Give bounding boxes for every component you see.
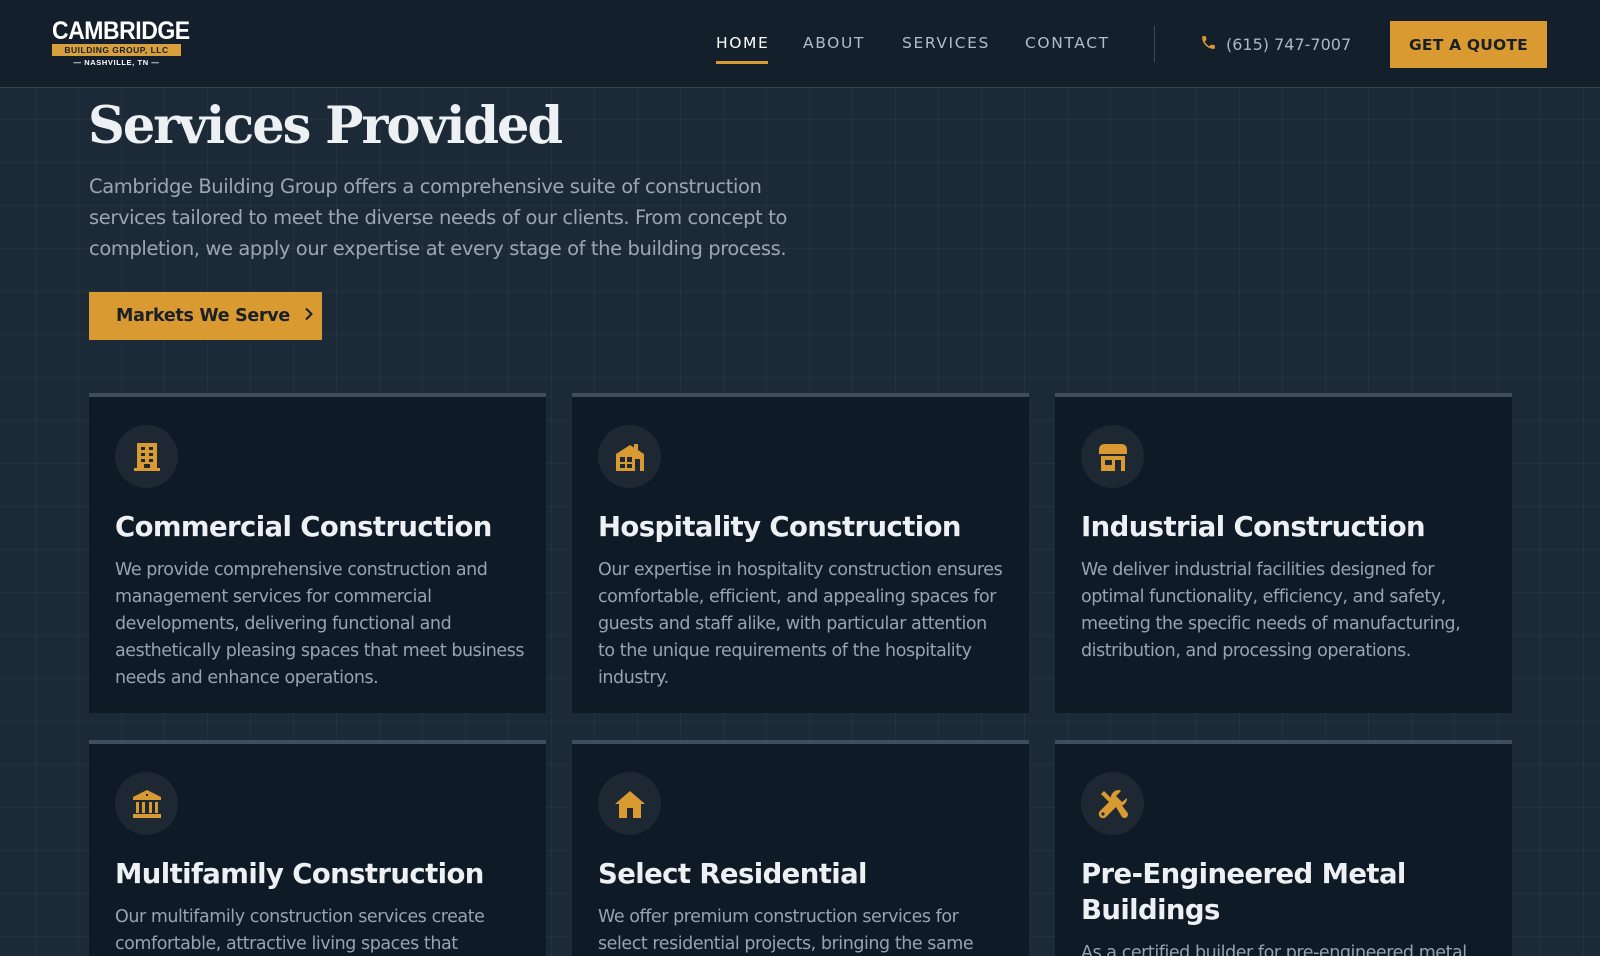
- service-description: We deliver industrial facilities designe…: [1081, 560, 1461, 661]
- service-card-hospitality[interactable]: Hospitality Construction Our expertise i…: [572, 393, 1029, 713]
- service-title: Industrial Construction: [1081, 511, 1426, 543]
- phone-icon: [1200, 34, 1217, 55]
- nav-about[interactable]: ABOUT: [803, 34, 865, 52]
- service-description: Our expertise in hospitality constructio…: [598, 560, 1003, 688]
- storefront-icon: [1081, 425, 1144, 488]
- nav-services[interactable]: SERVICES: [902, 34, 990, 52]
- logo[interactable]: CAMBRIDGE BUILDING GROUP, LLC — NASHVILL…: [52, 17, 190, 67]
- service-card-multifamily[interactable]: Multifamily Construction Our multifamily…: [89, 740, 546, 956]
- hotel-icon: [598, 425, 661, 488]
- get-a-quote-button[interactable]: GET A QUOTE: [1390, 21, 1547, 68]
- house-icon: [598, 772, 661, 835]
- phone-number: (615) 747-7007: [1226, 35, 1352, 54]
- service-card-residential[interactable]: Select Residential We offer premium cons…: [572, 740, 1029, 956]
- service-description: As a certified builder for pre-engineere…: [1081, 943, 1467, 956]
- markets-we-serve-button[interactable]: Markets We Serve: [89, 292, 322, 340]
- service-title: Commercial Construction: [115, 511, 492, 543]
- service-card-metal-buildings[interactable]: Pre-Engineered Metal Buildings As a cert…: [1055, 740, 1512, 956]
- logo-location: — NASHVILLE, TN —: [73, 58, 160, 67]
- tools-icon: [1081, 772, 1144, 835]
- nav-contact[interactable]: CONTACT: [1025, 34, 1110, 52]
- service-title: Pre-Engineered Metal Buildings: [1081, 858, 1406, 926]
- service-card-commercial[interactable]: Commercial Construction We provide compr…: [89, 393, 546, 713]
- service-card-industrial[interactable]: Industrial Construction We deliver indus…: [1055, 393, 1512, 713]
- service-title: Multifamily Construction: [115, 858, 484, 890]
- phone-link[interactable]: (615) 747-7007: [1200, 34, 1351, 55]
- nav-divider: [1154, 26, 1155, 62]
- service-title: Select Residential: [598, 858, 867, 890]
- service-description: We provide comprehensive construction an…: [115, 560, 525, 688]
- page-intro: Cambridge Building Group offers a compre…: [89, 175, 787, 260]
- service-title: Hospitality Construction: [598, 511, 961, 543]
- chevron-right-icon: [304, 306, 314, 326]
- office-building-icon: [115, 425, 178, 488]
- nav-home[interactable]: HOME: [716, 34, 769, 52]
- service-description: Our multifamily construction services cr…: [115, 907, 485, 954]
- service-description: We offer premium construction services f…: [598, 907, 974, 954]
- markets-button-label: Markets We Serve: [116, 306, 290, 326]
- page-title: Services Provided: [88, 96, 563, 156]
- columned-building-icon: [115, 772, 178, 835]
- site-header: CAMBRIDGE BUILDING GROUP, LLC — NASHVILL…: [0, 0, 1600, 88]
- logo-subtitle: BUILDING GROUP, LLC: [52, 44, 181, 56]
- logo-wordmark: CAMBRIDGE: [52, 17, 190, 45]
- nav-active-indicator: [716, 61, 768, 64]
